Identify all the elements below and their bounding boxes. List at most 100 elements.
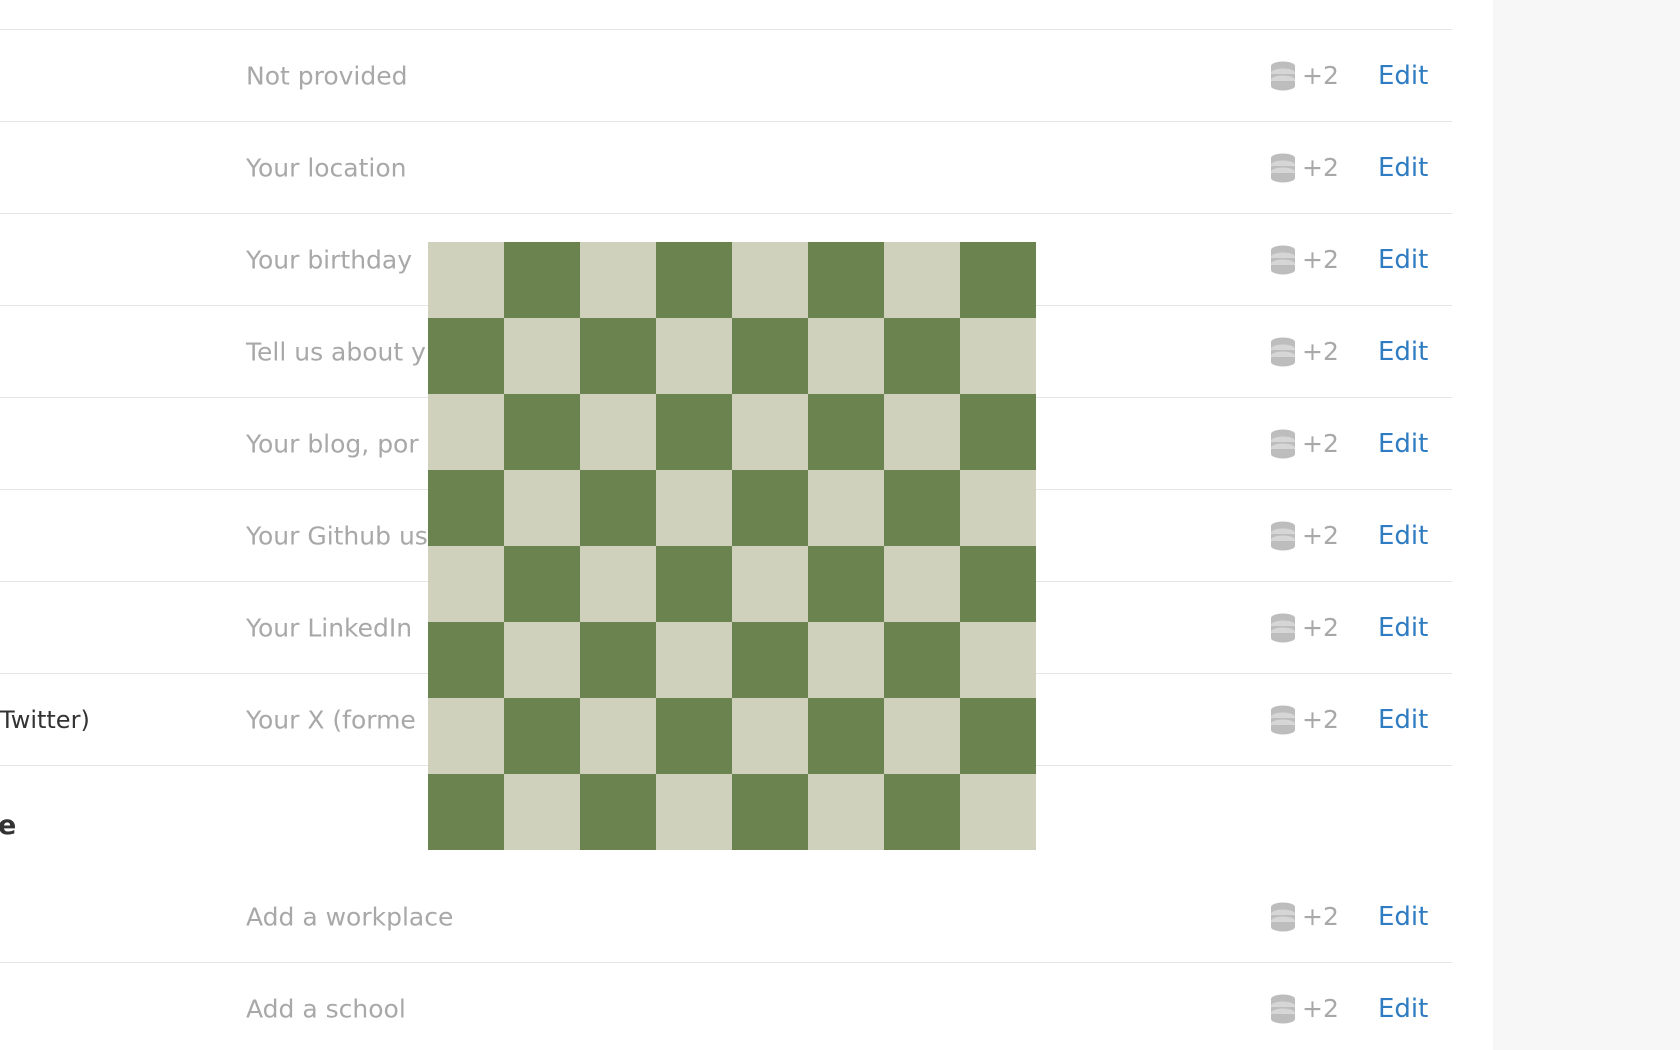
- visibility-indicator[interactable]: +2: [1270, 994, 1339, 1024]
- checker-cell: [656, 242, 732, 318]
- database-icon: [1271, 705, 1295, 734]
- row-value[interactable]: Your location: [246, 153, 407, 182]
- visibility-indicator[interactable]: +2: [1270, 705, 1339, 735]
- database-icon: [1271, 902, 1295, 931]
- checker-cell: [884, 622, 960, 698]
- visibility-count: +2: [1302, 705, 1339, 734]
- checker-cell: [428, 622, 504, 698]
- checker-cell: [656, 470, 732, 546]
- checker-cell: [428, 698, 504, 774]
- row-value[interactable]: Your X (forme: [246, 705, 416, 734]
- checker-cell: [732, 318, 808, 394]
- checker-cell: [808, 394, 884, 470]
- checker-cell: [656, 318, 732, 394]
- checker-cell: [428, 318, 504, 394]
- edit-link[interactable]: Edit: [1378, 153, 1428, 183]
- checker-cell: [732, 546, 808, 622]
- row-value[interactable]: Your Github us: [246, 521, 428, 550]
- profile-settings-page: Not provided +2 Edit Your location +2 Ed…: [0, 0, 1680, 1050]
- checker-cell: [960, 774, 1036, 850]
- visibility-count: +2: [1302, 521, 1339, 550]
- checker-cell: [428, 470, 504, 546]
- visibility-count: +2: [1302, 61, 1339, 90]
- checker-cell: [428, 242, 504, 318]
- edit-link[interactable]: Edit: [1378, 902, 1428, 932]
- database-icon: [1271, 613, 1295, 642]
- checker-cell: [884, 318, 960, 394]
- edit-link[interactable]: Edit: [1378, 429, 1428, 459]
- checker-cell: [732, 698, 808, 774]
- checker-cell: [960, 622, 1036, 698]
- edit-link[interactable]: Edit: [1378, 337, 1428, 367]
- checker-cell: [808, 242, 884, 318]
- right-gutter: [1493, 0, 1680, 1050]
- row-value[interactable]: Add a school: [246, 994, 406, 1023]
- checker-cell: [884, 470, 960, 546]
- visibility-count: +2: [1302, 245, 1339, 274]
- checker-cell: [960, 394, 1036, 470]
- visibility-count: +2: [1302, 429, 1339, 458]
- checker-cell: [808, 318, 884, 394]
- checker-cell: [732, 394, 808, 470]
- visibility-count: +2: [1302, 994, 1339, 1023]
- edit-link[interactable]: Edit: [1378, 994, 1428, 1024]
- checker-cell: [960, 242, 1036, 318]
- checker-cell: [428, 546, 504, 622]
- checker-cell: [428, 394, 504, 470]
- checker-cell: [960, 698, 1036, 774]
- visibility-indicator[interactable]: +2: [1270, 902, 1339, 932]
- visibility-count: +2: [1302, 337, 1339, 366]
- checker-cell: [960, 318, 1036, 394]
- visibility-indicator[interactable]: +2: [1270, 613, 1339, 643]
- database-icon: [1271, 521, 1295, 550]
- visibility-indicator[interactable]: +2: [1270, 521, 1339, 551]
- row-value[interactable]: Add a workplace: [246, 902, 453, 931]
- database-icon: [1271, 245, 1295, 274]
- checker-cell: [504, 470, 580, 546]
- visibility-indicator[interactable]: +2: [1270, 429, 1339, 459]
- database-icon: [1271, 429, 1295, 458]
- edit-link[interactable]: Edit: [1378, 613, 1428, 643]
- row-value[interactable]: Your blog, por: [246, 429, 419, 458]
- checker-cell: [732, 242, 808, 318]
- checker-cell: [504, 546, 580, 622]
- checker-cell: [504, 622, 580, 698]
- checker-cell: [884, 394, 960, 470]
- checker-cell: [884, 774, 960, 850]
- checker-cell: [808, 470, 884, 546]
- edit-link[interactable]: Edit: [1378, 705, 1428, 735]
- checker-cell: [656, 622, 732, 698]
- visibility-indicator[interactable]: +2: [1270, 337, 1339, 367]
- visibility-indicator[interactable]: +2: [1270, 153, 1339, 183]
- checker-cell: [808, 622, 884, 698]
- database-icon: [1271, 153, 1295, 182]
- database-icon: [1271, 61, 1295, 90]
- edit-link[interactable]: Edit: [1378, 521, 1428, 551]
- row-value[interactable]: Tell us about y: [246, 337, 426, 366]
- checker-cell: [656, 698, 732, 774]
- checker-cell: [656, 774, 732, 850]
- profile-row: Add a school +2 Edit: [0, 963, 1452, 1050]
- edit-link[interactable]: Edit: [1378, 245, 1428, 275]
- checker-cell: [884, 698, 960, 774]
- checker-cell: [580, 622, 656, 698]
- row-value[interactable]: Not provided: [246, 61, 408, 90]
- checker-cell: [504, 394, 580, 470]
- checker-cell: [732, 622, 808, 698]
- checker-cell: [580, 546, 656, 622]
- row-value[interactable]: Your LinkedIn: [246, 613, 412, 642]
- checker-cell: [504, 698, 580, 774]
- visibility-indicator[interactable]: +2: [1270, 61, 1339, 91]
- checker-cell: [504, 318, 580, 394]
- visibility-indicator[interactable]: +2: [1270, 245, 1339, 275]
- edit-link[interactable]: Edit: [1378, 61, 1428, 91]
- checker-cell: [580, 470, 656, 546]
- checker-cell: [656, 394, 732, 470]
- section-heading: e: [0, 810, 17, 841]
- profile-row: Add a workplace +2 Edit: [0, 871, 1452, 963]
- visibility-count: +2: [1302, 902, 1339, 931]
- checker-cell: [884, 242, 960, 318]
- row-value[interactable]: Your birthday: [246, 245, 412, 274]
- checker-cell: [656, 546, 732, 622]
- checker-cell: [580, 774, 656, 850]
